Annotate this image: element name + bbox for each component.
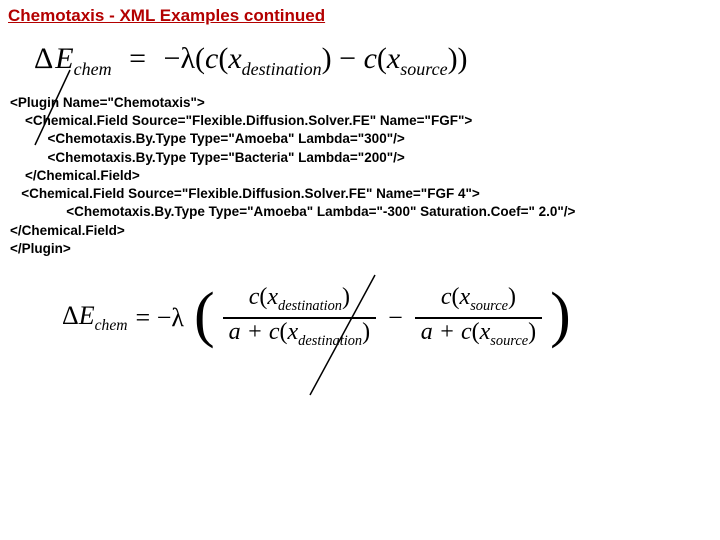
xml-block: <Plugin Name="Chemotaxis"> <Chemical.Fie… xyxy=(10,94,712,258)
xml-l4: <Chemotaxis.By.Type Type="Bacteria" Lamb… xyxy=(10,150,405,165)
xml-l5: </Chemical.Field> xyxy=(10,168,140,183)
xml-l6: <Chemical.Field Source="Flexible.Diffusi… xyxy=(10,186,480,201)
eq2-d1-sub: destination xyxy=(298,333,362,349)
eq2-d1-x: x xyxy=(287,319,298,345)
eq2-frac-1: c(xdestination) a + c(xdestination) xyxy=(223,284,376,352)
eq2-d2-a: a + xyxy=(421,319,461,345)
eq2-n2-c: c xyxy=(441,284,452,310)
eq1-c1: c xyxy=(205,42,218,75)
eq1-sub2: source xyxy=(400,59,447,79)
eq2-n2-x: x xyxy=(460,284,471,310)
eq2-d2-c: c xyxy=(461,319,472,345)
eq2-eq: = −λ xyxy=(128,303,192,333)
eq2-frac-2: c(xsource) a + c(xsource) xyxy=(415,284,542,352)
eq1-E: E xyxy=(55,42,73,75)
eq1-sub1: destination xyxy=(242,59,322,79)
eq2-d1-a: a + xyxy=(229,319,269,345)
equation-2: ΔEchem = −λ ( c(xdestination) a + c(xdes… xyxy=(62,284,712,352)
xml-l8: </Chemical.Field> xyxy=(10,223,125,238)
eq1-x1: x xyxy=(228,42,241,75)
eq2-n1-x: x xyxy=(267,284,278,310)
eq2-d2-sub: source xyxy=(490,333,528,349)
eq1-suffix: )) xyxy=(448,42,468,75)
eq1-delta: Δ xyxy=(34,42,53,75)
eq2-E: E xyxy=(79,301,95,330)
xml-l1: <Plugin Name="Chemotaxis"> xyxy=(10,95,205,110)
eq2-minus: − xyxy=(382,303,409,333)
eq1-c2: c xyxy=(364,42,377,75)
eq2-d1-c: c xyxy=(269,319,280,345)
xml-l9: </Plugin> xyxy=(10,241,71,256)
eq1-x2: x xyxy=(387,42,400,75)
eq2-n2-sub: source xyxy=(470,298,508,314)
xml-l7: <Chemotaxis.By.Type Type="Amoeba" Lambda… xyxy=(10,204,575,219)
eq1-mid: ) − xyxy=(322,42,364,75)
eq1-E-sub: chem xyxy=(74,59,112,79)
equation-1: ΔEchem = −λ(c(xdestination) − c(xsource)… xyxy=(34,42,712,80)
annotation-arrows xyxy=(0,0,720,540)
eq2-d2-x: x xyxy=(480,319,491,345)
slide-title: Chemotaxis - XML Examples continued xyxy=(8,6,712,26)
eq1-equals: = xyxy=(119,42,156,75)
xml-l2: <Chemical.Field Source="Flexible.Diffusi… xyxy=(10,113,472,128)
eq2-n1-sub: destination xyxy=(278,298,342,314)
eq2-n1-c: c xyxy=(249,284,260,310)
eq1-prefix: −λ( xyxy=(164,42,205,75)
eq2-E-sub: chem xyxy=(95,317,128,334)
xml-l3: <Chemotaxis.By.Type Type="Amoeba" Lambda… xyxy=(10,131,405,146)
eq2-delta: Δ xyxy=(62,301,79,330)
